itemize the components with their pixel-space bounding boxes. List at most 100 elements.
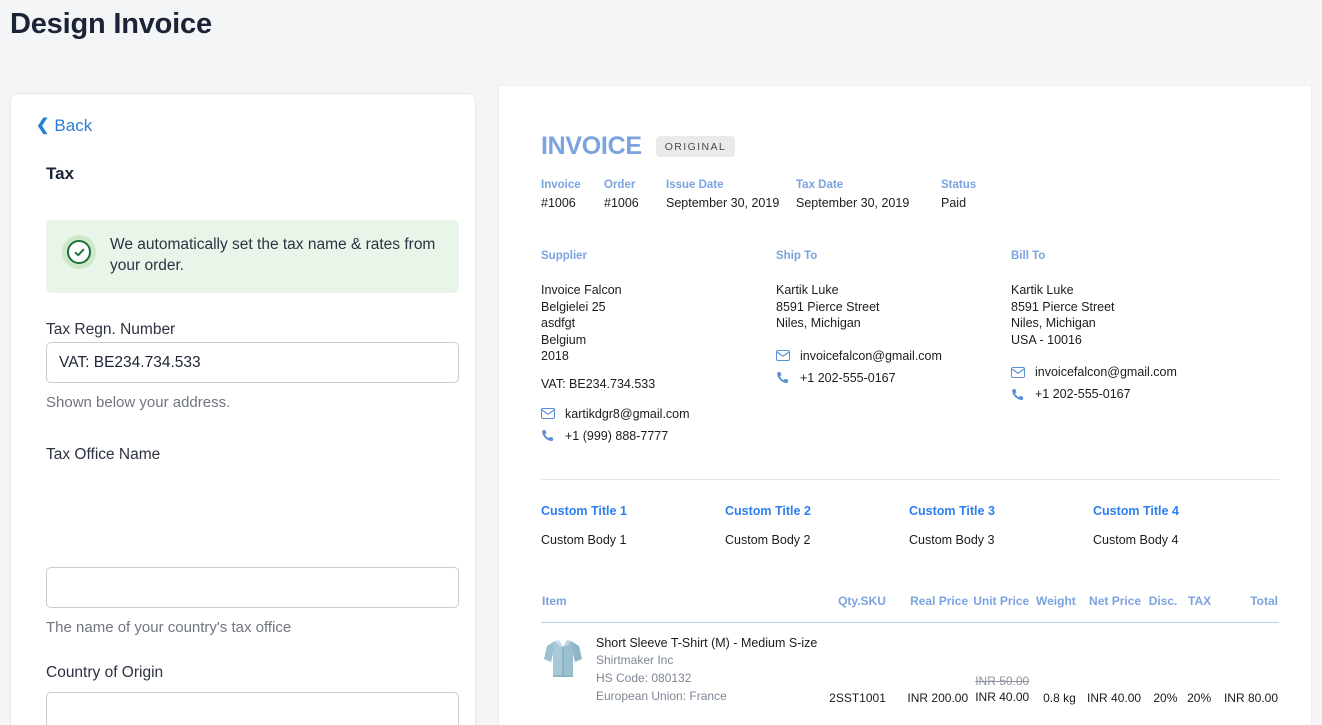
- item-hs-code: HS Code: 080132: [596, 671, 692, 686]
- supplier-phone-row: +1 (999) 888-7777: [541, 429, 776, 443]
- cell-weight: 0.8 kg: [1043, 691, 1076, 706]
- meta-issue-date: Issue Date September 30, 2019: [666, 179, 796, 210]
- custom-field-title: Custom Title 2: [725, 503, 811, 518]
- shirt-thumbnail-icon: [542, 631, 584, 684]
- ship-to-line: Kartik Luke: [776, 283, 839, 297]
- custom-field: Custom Title 3 Custom Body 3: [909, 504, 1093, 547]
- bill-to-email-row: invoicefalcon@gmail.com: [1011, 365, 1251, 379]
- phone-icon: [1011, 388, 1025, 401]
- supplier-email-row: kartikdgr8@gmail.com: [541, 407, 776, 421]
- cell-item: Short Sleeve T-Shirt (M) - Medium S-ize …: [541, 622, 818, 706]
- custom-field-body: Custom Body 3: [909, 532, 995, 547]
- item-origin: European Union: France: [596, 689, 727, 704]
- party-supplier: Supplier Invoice Falcon Belgielei 25 asd…: [541, 250, 776, 443]
- section-divider: [541, 478, 1279, 480]
- supplier-line: Belgielei 25: [541, 299, 606, 314]
- phone-icon: [541, 429, 555, 442]
- tax-office-name-label: Tax Office Name: [46, 446, 161, 463]
- invoice-document: INVOICE ORIGINAL Invoice #1006 Order #10…: [541, 132, 1279, 706]
- cell-total: INR 80.00: [1223, 691, 1278, 706]
- tax-auto-notice: We automatically set the tax name & rate…: [46, 220, 459, 293]
- meta-issue-date-value: September 30, 2019: [666, 196, 780, 210]
- custom-field-body: Custom Body 2: [725, 532, 811, 547]
- col-weight: Weight: [1030, 592, 1077, 623]
- col-real-price: Real Price: [886, 592, 970, 623]
- col-tax: TAX: [1178, 592, 1213, 623]
- unit-price-original: INR 50.00: [975, 674, 1030, 689]
- ship-to-line: 8591 Pierce Street: [776, 299, 880, 314]
- meta-order-label: Order: [604, 179, 636, 191]
- ship-to-phone: +1 202-555-0167: [800, 370, 896, 385]
- meta-order-value: #1006: [604, 196, 639, 210]
- cell-real-price: INR 200.00: [907, 691, 969, 706]
- invoice-line-items-table: Item Qty.SKU Real Price Unit Price Weigh…: [541, 592, 1279, 707]
- meta-issue-date-label: Issue Date: [666, 179, 724, 191]
- invoice-meta-row: Invoice #1006 Order #1006 Issue Date Sep…: [541, 179, 1279, 210]
- custom-field-body: Custom Body 1: [541, 532, 627, 547]
- bill-to-title: Bill To: [1011, 250, 1046, 262]
- col-qty-sku: Qty.SKU: [797, 592, 887, 623]
- tax-regn-number-hint: Shown below your address.: [46, 394, 231, 411]
- bill-to-phone: +1 202-555-0167: [1035, 387, 1131, 401]
- supplier-phone: +1 (999) 888-7777: [565, 428, 669, 443]
- custom-field: Custom Title 4 Custom Body 4: [1093, 504, 1277, 547]
- supplier-line: asdfgt: [541, 316, 576, 330]
- ship-to-email: invoicefalcon@gmail.com: [800, 348, 942, 363]
- ship-to-email-row: invoicefalcon@gmail.com: [776, 349, 1011, 363]
- col-disc: Disc.: [1142, 592, 1179, 623]
- meta-tax-date: Tax Date September 30, 2019: [796, 179, 941, 210]
- tax-regn-number-label: Tax Regn. Number: [46, 321, 176, 338]
- bill-to-phone-row: +1 202-555-0167: [1011, 387, 1251, 401]
- email-icon: [776, 350, 790, 361]
- custom-field-title: Custom Title 4: [1093, 503, 1179, 518]
- invoice-heading: INVOICE: [541, 132, 642, 160]
- back-button[interactable]: ❮ Back: [36, 116, 92, 136]
- unit-price-discounted: INR 40.00: [975, 689, 1030, 704]
- col-item: Item: [541, 592, 798, 623]
- country-of-origin-label: Country of Origin: [46, 664, 164, 681]
- custom-field: Custom Title 2 Custom Body 2: [725, 504, 909, 547]
- bill-to-line: Kartik Luke: [1011, 283, 1074, 297]
- country-of-origin-input[interactable]: [46, 692, 459, 725]
- page-title: Design Invoice: [10, 8, 212, 40]
- party-bill-to: Bill To Kartik Luke 8591 Pierce Street N…: [1011, 250, 1251, 443]
- tax-settings-panel: ❮ Back Tax We automatically set the tax …: [10, 93, 476, 725]
- chevron-left-icon: ❮: [36, 117, 50, 134]
- email-icon: [1011, 366, 1025, 378]
- bill-to-line: USA - 10016: [1011, 332, 1082, 347]
- tax-office-name-hint: The name of your country's tax office: [46, 619, 292, 636]
- ship-to-phone-row: +1 202-555-0167: [776, 371, 1011, 385]
- meta-invoice-value: #1006: [541, 196, 576, 210]
- meta-status-label: Status: [941, 179, 977, 191]
- tax-regn-number-input[interactable]: [46, 342, 459, 383]
- invoice-parties: Supplier Invoice Falcon Belgielei 25 asd…: [541, 250, 1279, 443]
- meta-invoice: Invoice #1006: [541, 179, 604, 210]
- col-unit-price: Unit Price: [969, 592, 1031, 623]
- custom-field-body: Custom Body 4: [1093, 532, 1179, 547]
- meta-status-value: Paid: [941, 196, 967, 210]
- email-icon: [541, 408, 555, 419]
- meta-tax-date-label: Tax Date: [796, 179, 844, 191]
- supplier-title: Supplier: [541, 250, 588, 262]
- invoice-type-badge: ORIGINAL: [655, 136, 736, 157]
- notice-text: We automatically set the tax name & rate…: [110, 236, 436, 275]
- section-title: Tax: [46, 164, 75, 183]
- invoice-preview-panel: INVOICE ORIGINAL Invoice #1006 Order #10…: [498, 85, 1312, 725]
- item-name: Short Sleeve T-Shirt (M) - Medium S-ize: [596, 635, 818, 650]
- supplier-line: 2018: [541, 349, 569, 363]
- item-vendor: Shirtmaker Inc: [596, 653, 674, 668]
- check-circle-icon: [62, 235, 96, 269]
- bill-to-line: 8591 Pierce Street: [1011, 299, 1115, 314]
- invoice-custom-fields: Custom Title 1 Custom Body 1 Custom Titl…: [541, 504, 1279, 547]
- table-header-row: Item Qty.SKU Real Price Unit Price Weigh…: [541, 592, 1279, 623]
- custom-field-title: Custom Title 1: [541, 503, 627, 518]
- table-row: Short Sleeve T-Shirt (M) - Medium S-ize …: [541, 622, 1279, 706]
- meta-invoice-label: Invoice: [541, 179, 581, 191]
- tax-office-name-input[interactable]: [46, 567, 459, 608]
- cell-unit-price: INR 50.00 INR 40.00: [969, 622, 1030, 706]
- phone-icon: [776, 371, 790, 384]
- invoice-heading-row: INVOICE ORIGINAL: [541, 132, 1279, 161]
- meta-tax-date-value: September 30, 2019: [796, 196, 910, 210]
- supplier-vat: VAT: BE234.734.533: [541, 376, 656, 391]
- supplier-line: Belgium: [541, 332, 587, 347]
